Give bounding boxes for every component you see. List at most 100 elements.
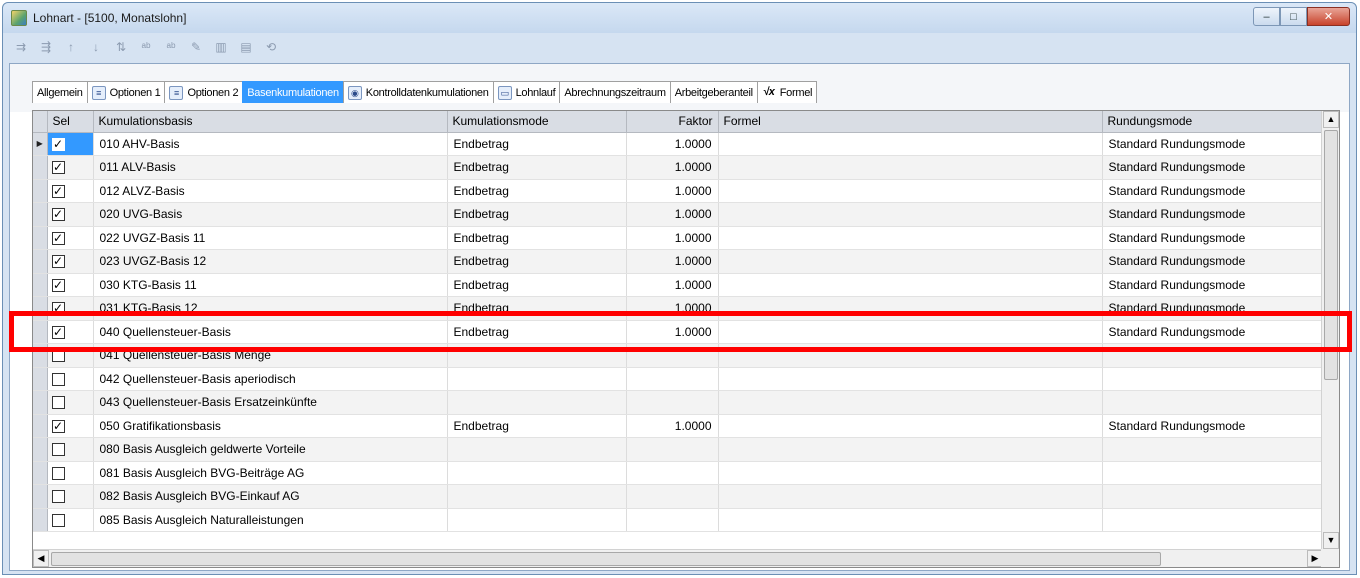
faktor-cell[interactable]: 1.0000 xyxy=(626,202,719,227)
rundungsmode-cell[interactable] xyxy=(1102,508,1322,532)
column-filter-icon[interactable]: ▤ xyxy=(238,39,254,55)
kumulationsbasis-cell[interactable]: 010 AHV-Basis xyxy=(93,132,448,156)
kumulationsmode-cell[interactable]: Endbetrag xyxy=(447,296,627,321)
kumulationsbasis-cell[interactable]: 050 Gratifikationsbasis xyxy=(93,414,448,438)
kumulationsbasis-cell[interactable]: 042 Quellensteuer-Basis aperiodisch xyxy=(93,367,448,391)
title-bar[interactable]: Lohnart - [5100, Monatslohn] – □ ✕ xyxy=(3,3,1356,33)
select-checkbox[interactable]: ✓ xyxy=(51,184,65,198)
rundungsmode-cell[interactable] xyxy=(1102,343,1322,368)
rundungsmode-cell[interactable] xyxy=(1102,484,1322,509)
column-header-rundungsmode[interactable]: Rundungsmode xyxy=(1102,111,1322,133)
rundungsmode-cell[interactable]: Standard Rundungsmode xyxy=(1102,179,1322,203)
kumulationsbasis-cell[interactable]: 040 Quellensteuer-Basis xyxy=(93,320,448,344)
select-checkbox[interactable]: ✓ xyxy=(51,161,65,175)
select-checkbox[interactable]: ✓ xyxy=(51,208,65,222)
select-checkbox-cell[interactable]: ✓ xyxy=(47,414,94,438)
column-header-formel[interactable]: Formel xyxy=(718,111,1103,133)
tab-formel[interactable]: √x Formel xyxy=(756,81,818,103)
kumulationsbasis-cell[interactable]: 081 Basis Ausgleich BVG-Beiträge AG xyxy=(93,461,448,485)
select-checkbox[interactable] xyxy=(51,349,65,363)
column-chooser-icon[interactable]: ▥ xyxy=(213,39,229,55)
tab-kontrolldatenkumulationen[interactable]: ◉ Kontrolldatenkumulationen xyxy=(342,81,494,103)
kumulationsmode-cell[interactable] xyxy=(447,484,627,509)
select-checkbox[interactable]: ✓ xyxy=(51,419,65,433)
insert-row-icon[interactable]: ⇉ xyxy=(13,39,29,55)
kumulationsbasis-cell[interactable]: 020 UVG-Basis xyxy=(93,202,448,227)
kumulationsbasis-cell[interactable]: 011 ALV-Basis xyxy=(93,155,448,180)
tab-lohnlauf[interactable]: ▭ Lohnlauf xyxy=(492,81,561,103)
kumulationsbasis-cell[interactable]: 031 KTG-Basis 12 xyxy=(93,296,448,321)
table-row[interactable]: ✓ 030 KTG-Basis 11 Endbetrag 1.0000 Standard… xyxy=(33,273,1322,297)
kumulationsmode-cell[interactable]: Endbetrag xyxy=(447,249,627,274)
kumulationsbasis-cell[interactable]: 012 ALVZ-Basis xyxy=(93,179,448,203)
rundungsmode-cell[interactable] xyxy=(1102,390,1322,415)
kumulationsbasis-cell[interactable]: 043 Quellensteuer-Basis Ersatzeinkünfte xyxy=(93,390,448,415)
select-checkbox[interactable] xyxy=(51,490,65,504)
kumulationsmode-cell[interactable] xyxy=(447,390,627,415)
select-checkbox-cell[interactable]: ✓ xyxy=(47,226,94,250)
kumulationsbasis-cell[interactable]: 023 UVGZ-Basis 12 xyxy=(93,249,448,274)
text-format-icon[interactable]: ᵃᵇ xyxy=(163,39,179,55)
spellcheck-icon[interactable]: ᵃᵇ xyxy=(138,39,154,55)
select-checkbox-cell[interactable]: ✓ xyxy=(47,249,94,274)
close-button[interactable]: ✕ xyxy=(1307,7,1350,26)
faktor-cell[interactable]: 1.0000 xyxy=(626,132,719,156)
select-checkbox-cell[interactable]: ✓ xyxy=(47,320,94,344)
select-checkbox[interactable]: ✓ xyxy=(51,302,65,316)
kumulationsmode-cell[interactable]: Endbetrag xyxy=(447,320,627,344)
formel-cell[interactable] xyxy=(718,390,1103,415)
kumulationsmode-cell[interactable]: Endbetrag xyxy=(447,226,627,250)
table-row[interactable]: ✓ 011 ALV-Basis Endbetrag 1.0000 Standard Ru… xyxy=(33,155,1322,180)
faktor-cell[interactable]: 1.0000 xyxy=(626,320,719,344)
move-up-icon[interactable]: ↑ xyxy=(63,39,79,55)
select-checkbox[interactable]: ✓ xyxy=(51,255,65,269)
rundungsmode-cell[interactable]: Standard Rundungsmode xyxy=(1102,320,1322,344)
faktor-cell[interactable]: 1.0000 xyxy=(626,226,719,250)
rundungsmode-cell[interactable]: Standard Rundungsmode xyxy=(1102,202,1322,227)
edit-icon[interactable]: ✎ xyxy=(188,39,204,55)
select-checkbox[interactable] xyxy=(51,443,65,457)
formel-cell[interactable] xyxy=(718,367,1103,391)
tab-optionen-1[interactable]: ≡ Optionen 1 xyxy=(86,81,166,103)
formel-cell[interactable] xyxy=(718,273,1103,297)
table-row[interactable]: ✓ 020 UVG-Basis Endbetrag 1.0000 Standard Ru… xyxy=(33,202,1322,227)
select-checkbox-cell[interactable]: ✓ xyxy=(47,155,94,180)
column-header-sel[interactable]: Sel xyxy=(47,111,94,133)
table-row[interactable]: 080 Basis Ausgleich geldwerte Vorteile xyxy=(33,437,1322,462)
tab-allgemein[interactable]: Allgemein xyxy=(32,81,88,103)
kumulationsmode-cell[interactable] xyxy=(447,437,627,462)
scroll-up-button[interactable]: ▲ xyxy=(1323,111,1339,128)
select-checkbox[interactable] xyxy=(51,372,65,386)
horizontal-scroll-thumb[interactable] xyxy=(51,552,1161,566)
kumulationsbasis-cell[interactable]: 080 Basis Ausgleich geldwerte Vorteile xyxy=(93,437,448,462)
select-checkbox-cell[interactable] xyxy=(47,437,94,462)
horizontal-scrollbar[interactable]: ◀ ▶ xyxy=(33,549,1323,567)
column-header-kumulationsmode[interactable]: Kumulationsmode xyxy=(447,111,627,133)
kumulationsbasis-cell[interactable]: 030 KTG-Basis 11 xyxy=(93,273,448,297)
table-row[interactable]: ✓ 023 UVGZ-Basis 12 Endbetrag 1.0000 Standar… xyxy=(33,249,1322,274)
select-checkbox-cell[interactable] xyxy=(47,367,94,391)
rundungsmode-cell[interactable]: Standard Rundungsmode xyxy=(1102,132,1322,156)
formel-cell[interactable] xyxy=(718,484,1103,509)
faktor-cell[interactable] xyxy=(626,437,719,462)
rundungsmode-cell[interactable]: Standard Rundungsmode xyxy=(1102,155,1322,180)
rundungsmode-cell[interactable]: Standard Rundungsmode xyxy=(1102,296,1322,321)
vertical-scrollbar[interactable]: ▲ ▼ xyxy=(1321,111,1339,549)
formel-cell[interactable] xyxy=(718,155,1103,180)
table-row[interactable]: ✓ 050 Gratifikationsbasis Endbetrag 1.0000 S… xyxy=(33,414,1322,438)
kumulationsbasis-cell[interactable]: 041 Quellensteuer-Basis Menge xyxy=(93,343,448,368)
faktor-cell[interactable]: 1.0000 xyxy=(626,414,719,438)
formel-cell[interactable] xyxy=(718,343,1103,368)
faktor-cell[interactable] xyxy=(626,484,719,509)
select-checkbox[interactable]: ✓ xyxy=(51,278,65,292)
formel-cell[interactable] xyxy=(718,132,1103,156)
table-row[interactable]: ▶ ✓ 010 AHV-Basis Endbetrag 1.0000 Standard R… xyxy=(33,132,1322,156)
kumulationsmode-cell[interactable]: Endbetrag xyxy=(447,273,627,297)
faktor-cell[interactable] xyxy=(626,461,719,485)
table-row[interactable]: 041 Quellensteuer-Basis Menge xyxy=(33,343,1322,368)
tab-abrechnungszeitraum[interactable]: Abrechnungszeitraum xyxy=(559,81,671,103)
kumulationsmode-cell[interactable] xyxy=(447,461,627,485)
select-checkbox[interactable] xyxy=(51,466,65,480)
formel-cell[interactable] xyxy=(718,226,1103,250)
rundungsmode-cell[interactable] xyxy=(1102,437,1322,462)
